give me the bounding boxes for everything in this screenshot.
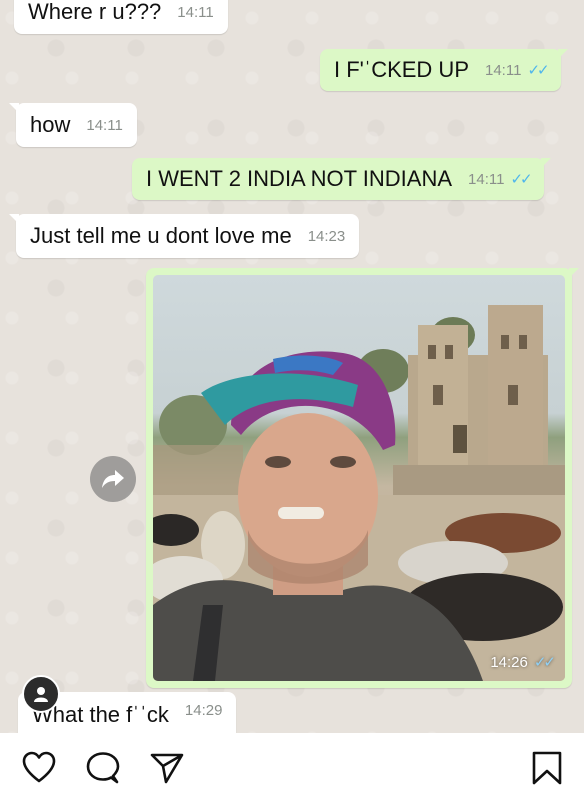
- read-ticks-icon: ✓✓: [510, 171, 532, 188]
- like-button[interactable]: [22, 751, 56, 785]
- message-text: Where r u???: [28, 0, 162, 24]
- forward-arrow-icon: [102, 470, 124, 488]
- message-text: I F'ˈCKED UP: [334, 57, 469, 82]
- photo-timestamp: 14:26 ✓✓: [490, 653, 556, 671]
- post-action-bar: [0, 733, 584, 799]
- message-time: 14:23: [307, 227, 346, 245]
- avatar[interactable]: [22, 675, 60, 713]
- heart-icon: [22, 751, 56, 783]
- read-ticks-icon: ✓✓: [533, 654, 556, 671]
- outgoing-message: I WENT 2 INDIA NOT INDIANA 14:11 ✓✓: [132, 158, 551, 200]
- person-avatar-icon: [34, 687, 48, 702]
- incoming-message: Just tell me u dont love me 14:23: [8, 214, 360, 258]
- comment-bubble-icon: [86, 752, 120, 784]
- save-button[interactable]: [530, 751, 564, 785]
- share-button[interactable]: [150, 751, 184, 785]
- message-text: I WENT 2 INDIA NOT INDIANA: [146, 166, 453, 191]
- message-text: Just tell me u dont love me: [30, 223, 292, 248]
- incoming-message: Where r u??? 14:11: [14, 0, 228, 34]
- message-time: 14:11: [177, 3, 214, 21]
- forward-button[interactable]: [90, 456, 136, 502]
- outgoing-message: I F'ˈCKED UP 14:11 ✓✓: [320, 49, 568, 91]
- bookmark-icon: [532, 751, 562, 785]
- message-time: 14:29: [184, 702, 223, 719]
- message-time: 14:11: [86, 116, 123, 134]
- comment-button[interactable]: [86, 751, 120, 785]
- read-ticks-icon: ✓✓: [527, 62, 549, 79]
- paper-plane-icon: [150, 753, 184, 784]
- message-text: how: [30, 112, 71, 137]
- photo-illustration: [153, 305, 565, 681]
- message-time: 14:11: [485, 61, 522, 79]
- incoming-message: how 14:11: [9, 103, 137, 147]
- message-time: 14:11: [468, 170, 505, 188]
- photo-message[interactable]: 14:26 ✓✓: [146, 268, 579, 688]
- selfie-photo[interactable]: 14:26 ✓✓: [153, 275, 565, 681]
- chat-screenshot: Where r u??? 14:11 I F'ˈCKED UP 14:11 ✓✓…: [0, 0, 584, 733]
- message-time: 14:26: [490, 654, 528, 671]
